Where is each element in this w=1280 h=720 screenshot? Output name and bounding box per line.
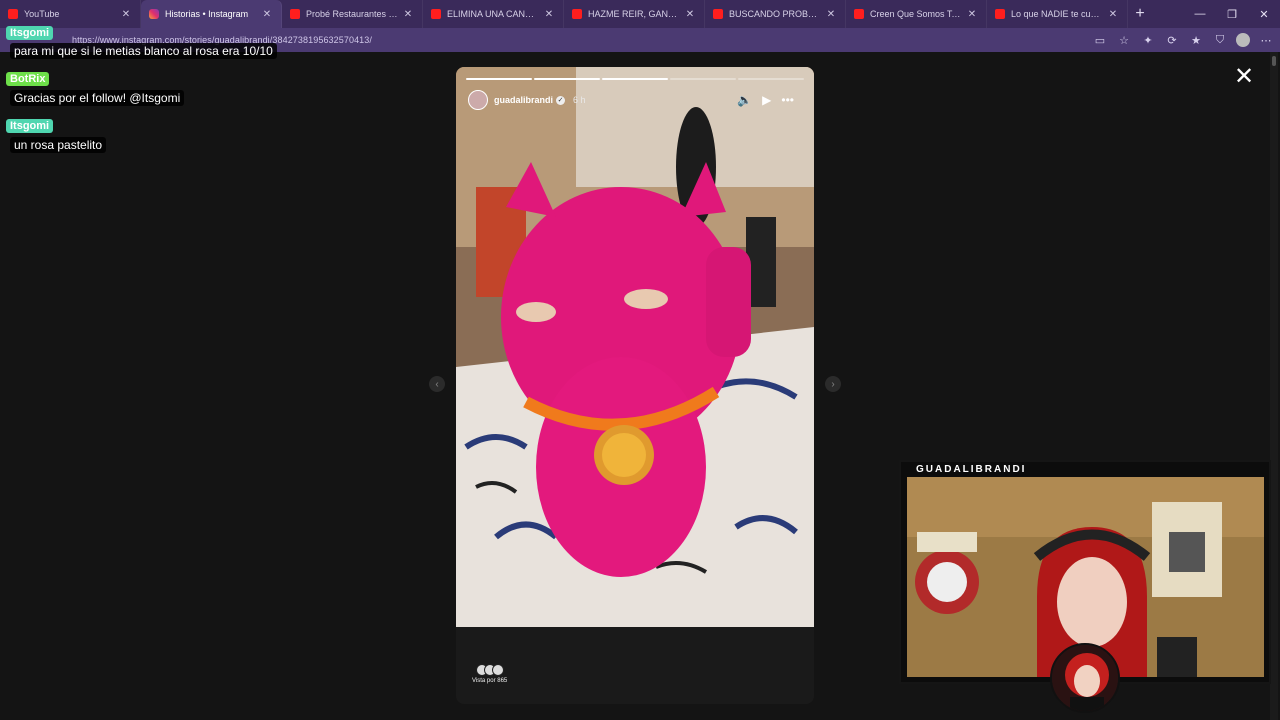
youtube-favicon-icon — [854, 9, 864, 19]
progress-segment — [534, 78, 600, 80]
tab-title: Historias • Instagram — [165, 9, 249, 19]
close-tab-icon[interactable]: ✕ — [684, 9, 696, 20]
youtube-favicon-icon — [431, 9, 441, 19]
close-tab-icon[interactable]: ✕ — [543, 9, 555, 20]
streamer-avatar-badge — [1050, 643, 1120, 713]
webcam-channel-name: GUADALIBRANDI — [916, 464, 1027, 475]
story-photo — [456, 67, 814, 627]
mute-icon[interactable]: 🔈 — [737, 93, 752, 107]
youtube-favicon-icon — [572, 9, 582, 19]
chat-message-1: Itsgomi — [6, 23, 54, 41]
more-menu-icon[interactable]: ⋯ — [1258, 32, 1274, 48]
chat-message-3-text: un rosa pastelito — [10, 136, 107, 154]
tab-video-5[interactable]: Creen Que Somos Tontos - Y ✕ — [846, 0, 987, 28]
instagram-favicon-icon — [149, 9, 159, 19]
chat-text: un rosa pastelito — [10, 137, 107, 153]
chat-message-2: BotRix — [6, 69, 50, 87]
story-progress-bar — [466, 78, 804, 80]
new-tab-button[interactable]: + — [1128, 0, 1152, 28]
close-window-icon[interactable]: ✕ — [1248, 0, 1280, 28]
progress-segment — [738, 78, 804, 80]
reader-view-icon[interactable]: ▭ — [1092, 32, 1108, 48]
restore-icon[interactable]: ❐ — [1216, 0, 1248, 28]
tab-title: BUSCANDO PROBLEMAS EN — [729, 9, 821, 19]
chat-username: BotRix — [6, 72, 50, 86]
chat-message-1-text: para mi que si le metias blanco al rosa … — [10, 42, 277, 60]
story-username[interactable]: guadalibrandi — [494, 95, 553, 105]
story-card[interactable]: guadalibrandi ✓ 6 h 🔈 ▶ ••• Vista por 86… — [456, 67, 814, 704]
close-tab-icon[interactable]: ✕ — [120, 9, 132, 20]
progress-segment — [602, 78, 668, 80]
tab-bar: YouTube ✕ Historias • Instagram ✕ Probé … — [0, 0, 1280, 28]
chat-message-3: Itsgomi — [6, 116, 54, 134]
tab-title: ELIMINA UNA CANCIÓN — [447, 9, 539, 19]
close-tab-icon[interactable]: ✕ — [402, 9, 414, 20]
story-viewers[interactable]: Vista por 865 — [472, 664, 507, 684]
tab-video-6[interactable]: Lo que NADIE te cuenta de ✕ — [987, 0, 1128, 28]
youtube-favicon-icon — [8, 9, 18, 19]
profile-avatar-icon[interactable] — [1236, 33, 1250, 47]
youtube-favicon-icon — [995, 9, 1005, 19]
tab-title: HAZME REIR, GANA 100€ - Y — [588, 9, 680, 19]
chat-text: para mi que si le metias blanco al rosa … — [10, 43, 277, 59]
screen: YouTube ✕ Historias • Instagram ✕ Probé … — [0, 0, 1280, 720]
tab-title: Lo que NADIE te cuenta de — [1011, 9, 1103, 19]
viewer-avatar — [491, 664, 504, 676]
story-footer-area — [456, 627, 814, 704]
close-tab-icon[interactable]: ✕ — [825, 9, 837, 20]
story-time: 6 h — [573, 95, 586, 105]
chat-text: Gracias por el follow! @Itsgomi — [10, 90, 185, 106]
youtube-favicon-icon — [713, 9, 723, 19]
tab-video-3[interactable]: HAZME REIR, GANA 100€ - Y ✕ — [564, 0, 705, 28]
viewer-avatars — [475, 664, 504, 676]
favorites-icon[interactable]: ★ — [1188, 32, 1204, 48]
scrollbar[interactable] — [1270, 52, 1278, 720]
tab-video-1[interactable]: Probé Restaurantes con Réc ✕ — [282, 0, 423, 28]
progress-segment — [670, 78, 736, 80]
minimize-icon[interactable]: — — [1184, 0, 1216, 28]
play-icon[interactable]: ▶ — [762, 93, 771, 107]
progress-segment — [466, 78, 532, 80]
tab-instagram-stories[interactable]: Historias • Instagram ✕ — [141, 0, 282, 28]
next-story-button[interactable]: › — [825, 376, 841, 392]
close-tab-icon[interactable]: ✕ — [966, 9, 978, 20]
close-story-icon[interactable]: ✕ — [1233, 65, 1255, 89]
shield-icon[interactable]: ⛉ — [1212, 32, 1228, 48]
youtube-favicon-icon — [290, 9, 300, 19]
verified-badge-icon: ✓ — [556, 95, 566, 105]
window-controls: — ❐ ✕ — [1184, 0, 1280, 28]
tab-title: Creen Que Somos Tontos - Y — [870, 9, 962, 19]
previous-story-button[interactable]: ‹ — [429, 376, 445, 392]
more-options-icon[interactable]: ••• — [781, 93, 794, 107]
tab-video-4[interactable]: BUSCANDO PROBLEMAS EN ✕ — [705, 0, 846, 28]
chat-message-2-text: Gracias por el follow! @Itsgomi — [10, 89, 185, 107]
scrollbar-thumb[interactable] — [1272, 56, 1276, 66]
toolbar-icons: ▭ ☆ ✦ ⟳ ★ ⛉ ⋯ — [1092, 28, 1274, 52]
tab-title: Probé Restaurantes con Réc — [306, 9, 398, 19]
viewer-count-label: Vista por 865 — [472, 678, 508, 684]
tab-title: YouTube — [24, 9, 60, 19]
story-user-avatar[interactable] — [468, 90, 488, 110]
extensions-icon[interactable]: ✦ — [1140, 32, 1156, 48]
close-tab-icon[interactable]: ✕ — [261, 9, 273, 20]
tab-video-2[interactable]: ELIMINA UNA CANCIÓN ✕ — [423, 0, 564, 28]
close-tab-icon[interactable]: ✕ — [1107, 9, 1119, 20]
story-header: guadalibrandi ✓ 6 h 🔈 ▶ ••• — [468, 89, 802, 111]
chat-username: Itsgomi — [6, 119, 54, 133]
favorite-star-icon[interactable]: ☆ — [1116, 32, 1132, 48]
sync-icon[interactable]: ⟳ — [1164, 32, 1180, 48]
story-controls: 🔈 ▶ ••• — [737, 89, 794, 111]
chat-username: Itsgomi — [6, 26, 54, 40]
